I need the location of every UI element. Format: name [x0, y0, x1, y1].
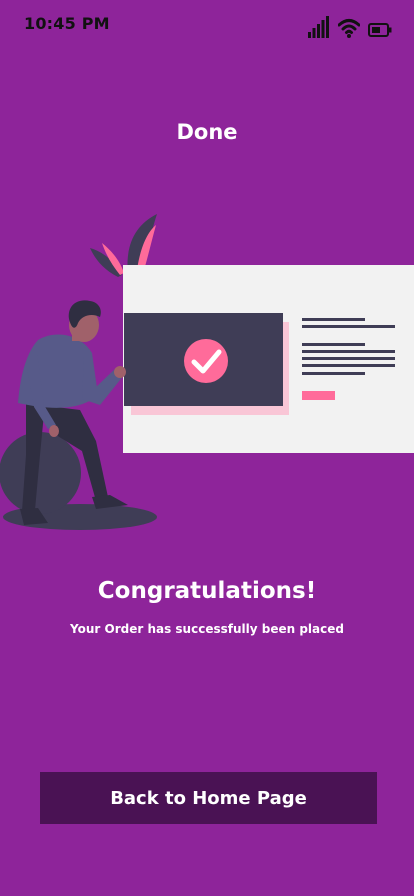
status-time: 10:45 PM	[24, 14, 110, 33]
status-bar: 10:45 PM	[0, 0, 414, 50]
order-success-illustration	[0, 205, 414, 540]
battery-icon	[368, 22, 392, 38]
check-circle-icon	[184, 339, 228, 383]
congratulations-heading: Congratulations!	[97, 578, 317, 604]
status-icons	[308, 12, 392, 38]
wifi-icon	[338, 18, 360, 38]
back-to-home-button[interactable]: Back to Home Page	[40, 772, 377, 824]
page-title: Done	[176, 120, 238, 144]
signal-icon	[308, 16, 330, 38]
order-success-message: Your Order has successfully been placed	[70, 622, 344, 636]
